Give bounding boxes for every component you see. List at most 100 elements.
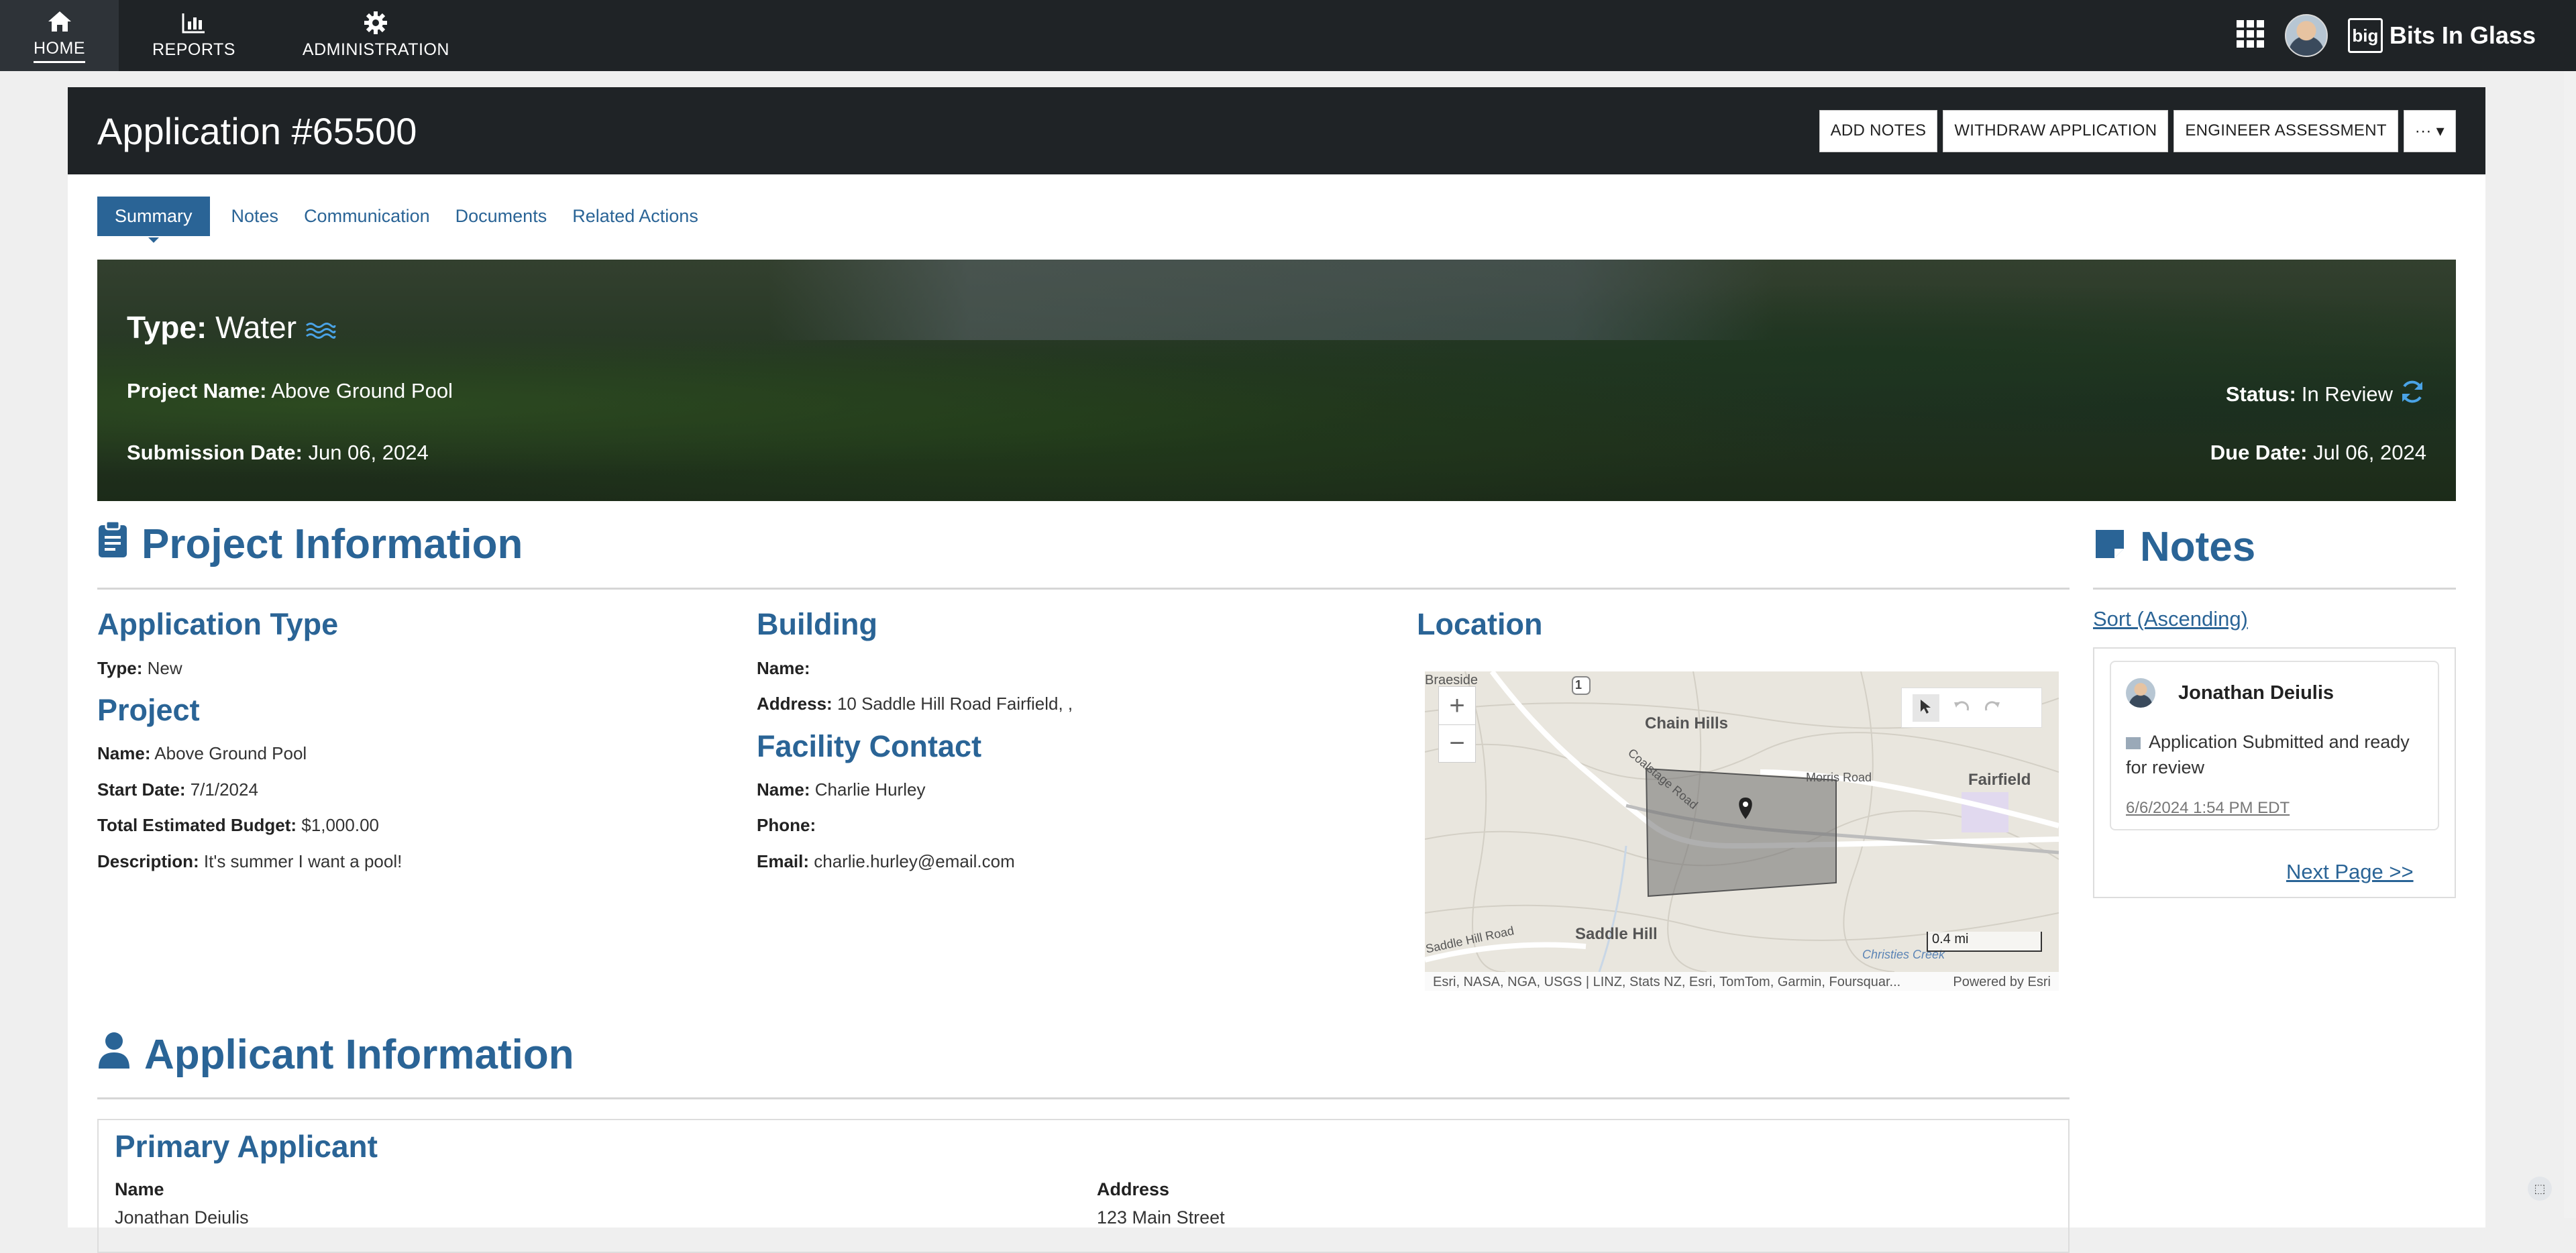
tab-documents[interactable]: Documents — [451, 197, 551, 236]
top-navigation: HOME REPORTS ADMINISTRATION — [0, 0, 2576, 71]
start-date-value: 7/1/2024 — [191, 779, 258, 800]
applicant-information-title: Applicant Information — [144, 1031, 574, 1079]
building-address-label: Address: — [757, 694, 833, 714]
project-information-heading: Project Information — [97, 520, 523, 569]
map-powered-by[interactable]: Powered by Esri — [1953, 975, 2051, 988]
sort-ascending-link[interactable]: Sort (Ascending) — [2093, 607, 2248, 631]
engineer-assessment-button[interactable]: ENGINEER ASSESSMENT — [2174, 110, 2398, 152]
nav-reports[interactable]: REPORTS — [119, 0, 269, 71]
nav-administration[interactable]: ADMINISTRATION — [269, 0, 483, 71]
location-title: Location — [1417, 607, 1543, 642]
map-toolbar — [1901, 688, 2042, 728]
undo-icon[interactable] — [1953, 700, 1970, 716]
note-text-value: Application Submitted and ready for revi… — [2126, 732, 2410, 777]
select-pointer-icon[interactable] — [1913, 694, 1939, 722]
application-type-value: New — [148, 658, 182, 678]
water-icon — [305, 312, 336, 348]
nav-administration-label: ADMINISTRATION — [303, 40, 449, 62]
header-actions: ADD NOTES WITHDRAW APPLICATION ENGINEER … — [1819, 110, 2456, 152]
person-icon — [97, 1031, 131, 1079]
map-zoom-controls: + − — [1438, 686, 1476, 763]
screen-capture-icon[interactable]: ⬚ — [2528, 1177, 2552, 1201]
due-date-value: Jul 06, 2024 — [2313, 441, 2426, 464]
submission-date-field: Submission Date: Jun 06, 2024 — [127, 441, 429, 465]
building-name-label: Name: — [757, 658, 810, 678]
note-card: Jonathan Deiulis Application Submitted a… — [2110, 661, 2439, 830]
zoom-in-button[interactable]: + — [1439, 687, 1475, 724]
contact-phone-row: Phone: — [757, 815, 816, 836]
next-page-link[interactable]: Next Page >> — [2286, 860, 2414, 884]
contact-name-label: Name: — [757, 779, 810, 800]
map-attribution-text: Esri, NASA, NGA, USGS | LINZ, Stats NZ, … — [1433, 975, 1900, 988]
type-value: Water — [215, 310, 297, 345]
notes-heading: Notes — [2093, 523, 2255, 571]
refresh-icon[interactable] — [2398, 378, 2426, 411]
map-scale-label: 0.4 mi — [1928, 932, 1968, 946]
description-value: It's summer I want a pool! — [204, 851, 402, 871]
status-label: Status: — [2226, 382, 2296, 406]
app-grid-icon[interactable] — [2237, 20, 2265, 52]
tab-summary[interactable]: Summary — [97, 197, 210, 236]
tab-related-actions[interactable]: Related Actions — [568, 197, 702, 236]
nav-right-group: big Bits In Glass — [2237, 0, 2536, 71]
map-attribution: Esri, NASA, NGA, USGS | LINZ, Stats NZ, … — [1425, 972, 2059, 991]
add-notes-button[interactable]: ADD NOTES — [1819, 110, 1938, 152]
withdraw-application-button[interactable]: WITHDRAW APPLICATION — [1943, 110, 2168, 152]
user-avatar[interactable] — [2285, 14, 2328, 57]
map-label-chain-hills: Chain Hills — [1645, 714, 1728, 733]
brand-name: Bits In Glass — [2390, 21, 2536, 50]
due-date-field: Due Date: Jul 06, 2024 — [2210, 441, 2426, 465]
tab-bar: Summary Notes Communication Documents Re… — [68, 196, 2485, 236]
project-description-row: Description: It's summer I want a pool! — [97, 851, 402, 872]
applicant-address-header: Address — [1097, 1179, 1169, 1200]
application-type-title: Application Type — [97, 607, 338, 642]
location-map[interactable]: 1 Braeside Chain Hills Fairfield Saddle … — [1425, 671, 2059, 972]
home-icon — [47, 8, 72, 35]
project-start-row: Start Date: 7/1/2024 — [97, 779, 258, 800]
map-label-fairfield: Fairfield — [1968, 771, 2031, 789]
project-name-value: Above Ground Pool — [271, 379, 453, 402]
application-type-label: Type: — [97, 658, 142, 678]
building-address-row: Address: 10 Saddle Hill Road Fairfield, … — [757, 694, 1073, 714]
redo-icon[interactable] — [1984, 700, 2001, 716]
zoom-out-button[interactable]: − — [1439, 724, 1475, 762]
note-author: Jonathan Deiulis — [2178, 682, 2334, 704]
scrollbar[interactable] — [2564, 71, 2576, 1218]
contact-name-value: Charlie Hurley — [815, 779, 926, 800]
gear-icon — [364, 9, 388, 36]
submission-date-value: Jun 06, 2024 — [308, 441, 428, 464]
budget-label: Total Estimated Budget: — [97, 815, 297, 835]
tab-notes[interactable]: Notes — [227, 197, 283, 236]
page-title: Application #65500 — [97, 109, 417, 153]
application-header: Application #65500 ADD NOTES WITHDRAW AP… — [68, 87, 2485, 174]
brand-logo: big — [2348, 18, 2383, 53]
summary-banner: Type: Water Project Name: Above Ground P… — [97, 260, 2456, 501]
contact-phone-label: Phone: — [757, 815, 816, 835]
type-label: Type: — [127, 310, 207, 345]
map-scale-bar: 0.4 mi — [1927, 932, 2042, 952]
nav-home[interactable]: HOME — [0, 0, 119, 71]
tab-communication[interactable]: Communication — [300, 197, 434, 236]
contact-name-row: Name: Charlie Hurley — [757, 779, 925, 800]
comment-icon — [2126, 737, 2141, 749]
contact-email-row: Email: charlie.hurley@email.com — [757, 851, 1015, 872]
note-icon — [2093, 523, 2127, 571]
chart-icon — [182, 9, 206, 36]
brand[interactable]: big Bits In Glass — [2348, 18, 2536, 53]
contact-email-label: Email: — [757, 851, 809, 871]
map-label-saddle-hill: Saddle Hill — [1575, 925, 1658, 944]
project-title: Project — [97, 693, 200, 728]
nav-home-label: HOME — [34, 39, 85, 63]
budget-value: $1,000.00 — [301, 815, 379, 835]
note-text: Application Submitted and ready for revi… — [2126, 729, 2428, 780]
project-name-label: Name: — [97, 743, 150, 763]
more-actions-button[interactable]: ··· ▾ — [2404, 110, 2456, 152]
divider — [97, 588, 2070, 590]
map-label-morris-road: Morris Road — [1806, 771, 1872, 785]
note-date[interactable]: 6/6/2024 1:54 PM EDT — [2126, 799, 2290, 818]
building-name-row: Name: — [757, 658, 810, 679]
clipboard-icon — [97, 520, 128, 569]
description-label: Description: — [97, 851, 199, 871]
due-date-label: Due Date: — [2210, 441, 2308, 464]
nav-reports-label: REPORTS — [152, 40, 235, 62]
